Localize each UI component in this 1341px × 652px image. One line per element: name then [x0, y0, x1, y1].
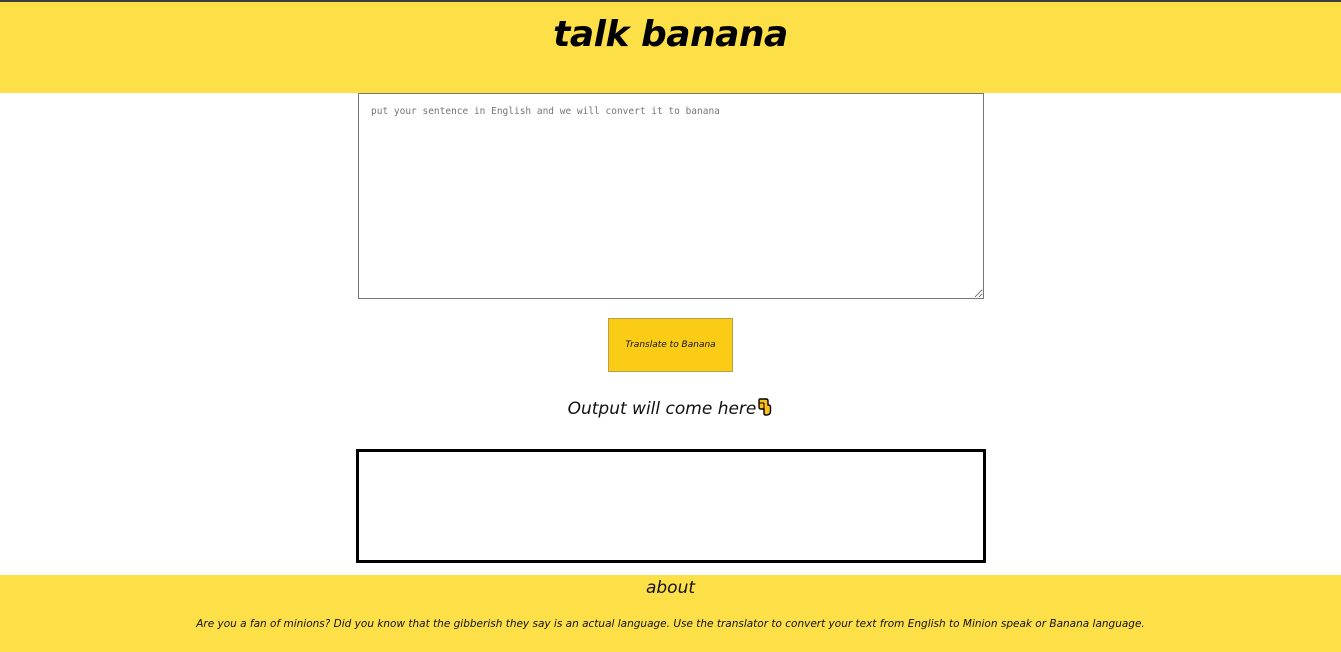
output-heading-label: Output will come here	[567, 399, 757, 419]
pointing-down-hand-icon	[757, 397, 773, 422]
page-title: talk banana	[553, 14, 788, 55]
site-header: talk banana	[0, 2, 1341, 93]
output-box	[356, 449, 986, 563]
about-footer: about Are you a fan of minions? Did you …	[0, 575, 1341, 652]
output-heading: Output will come here	[0, 397, 1341, 422]
about-description: Are you a fan of minions? Did you know t…	[196, 618, 1145, 630]
about-heading: about	[645, 578, 696, 598]
translate-button[interactable]: Translate to Banana	[608, 318, 733, 372]
english-text-input[interactable]	[358, 93, 984, 299]
